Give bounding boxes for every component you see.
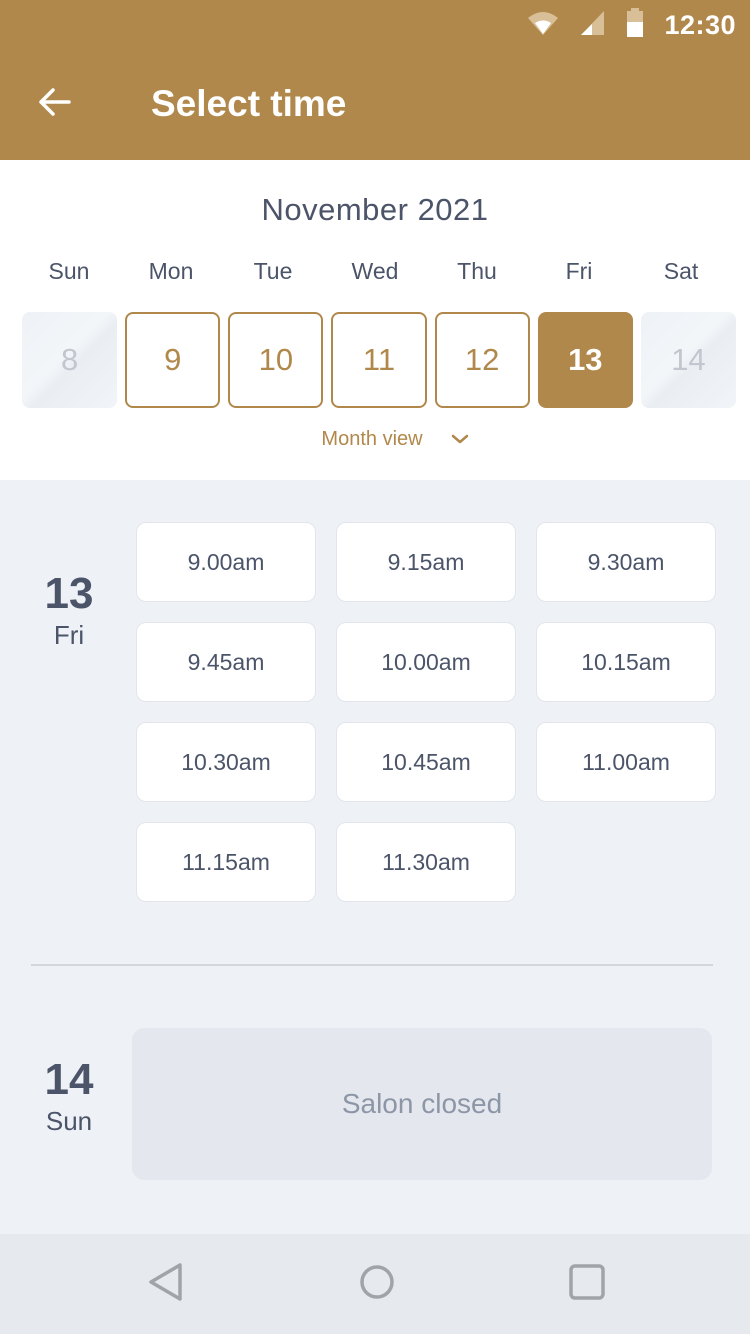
time-slot[interactable]: 9.15am — [336, 522, 516, 602]
nav-recents-icon — [568, 1263, 606, 1306]
calendar-day-disabled: 14 — [640, 312, 736, 408]
day-number: 13 — [44, 569, 94, 618]
system-nav-bar — [0, 1234, 750, 1334]
time-slot[interactable]: 11.00am — [536, 722, 716, 802]
weekday-label: Tue — [253, 258, 293, 284]
arrow-left-icon — [37, 87, 71, 122]
wifi-icon — [526, 10, 560, 41]
day-name: Fri — [53, 620, 85, 650]
day-label: 14 Sun — [0, 1056, 138, 1138]
time-slot[interactable]: 10.45am — [336, 722, 516, 802]
calendar-day[interactable]: 9 — [125, 312, 221, 408]
month-view-toggle[interactable]: Month view — [0, 428, 750, 451]
month-title: November 2021 — [261, 192, 489, 227]
day-label: 13 Fri — [0, 570, 138, 652]
time-slot[interactable]: 10.15am — [536, 622, 716, 702]
time-slot[interactable]: 9.45am — [136, 622, 316, 702]
day-section-13: 13 Fri 9.00am 9.15am 9.30am 9.45am 10.00… — [0, 480, 750, 950]
status-icons: 12:30 — [526, 7, 736, 43]
day-row: 8 9 10 11 12 13 14 — [22, 312, 736, 408]
cell-signal-icon — [580, 10, 606, 41]
weekday-label: Thu — [457, 258, 497, 284]
battery-icon — [626, 7, 644, 43]
weekday-label: Sun — [48, 258, 90, 284]
app-bar: Select time — [0, 52, 750, 160]
calendar-day[interactable]: 11 — [331, 312, 427, 408]
salon-closed-notice: Salon closed — [132, 1028, 712, 1180]
day-name: Sun — [45, 1106, 93, 1136]
time-slot[interactable]: 11.30am — [336, 822, 516, 902]
day-number: 14 — [44, 1055, 94, 1104]
weekday-header: Sun Mon Tue Wed Thu Fri Sat — [18, 258, 732, 285]
time-slot[interactable]: 11.15am — [136, 822, 316, 902]
calendar-day-selected[interactable]: 13 — [537, 312, 633, 408]
weekday-label: Mon — [148, 258, 194, 284]
chevron-down-icon — [451, 428, 469, 451]
nav-home-icon — [358, 1263, 396, 1306]
nav-home-button[interactable] — [355, 1262, 399, 1306]
weekday-label: Fri — [565, 258, 593, 284]
nav-recents-button[interactable] — [565, 1262, 609, 1306]
time-slot[interactable]: 9.00am — [136, 522, 316, 602]
back-button[interactable] — [26, 76, 82, 132]
nav-back-button[interactable] — [144, 1262, 188, 1306]
month-view-label: Month view — [321, 428, 423, 450]
time-slot-grid: 9.00am 9.15am 9.30am 9.45am 10.00am 10.1… — [136, 522, 726, 902]
page-title: Select time — [151, 83, 347, 124]
status-time: 12:30 — [664, 9, 736, 40]
calendar-day[interactable]: 10 — [228, 312, 324, 408]
section-divider — [31, 964, 713, 966]
nav-back-icon — [148, 1262, 184, 1307]
status-bar: 12:30 — [0, 0, 750, 52]
calendar-day-disabled: 8 — [22, 312, 118, 408]
time-slot[interactable]: 9.30am — [536, 522, 716, 602]
weekday-label: Wed — [351, 258, 399, 284]
time-slot[interactable]: 10.30am — [136, 722, 316, 802]
calendar-day[interactable]: 12 — [434, 312, 530, 408]
weekday-label: Sat — [663, 258, 699, 284]
week-calendar: November 2021 Sun Mon Tue Wed Thu Fri Sa… — [0, 160, 750, 480]
time-slot[interactable]: 10.00am — [336, 622, 516, 702]
